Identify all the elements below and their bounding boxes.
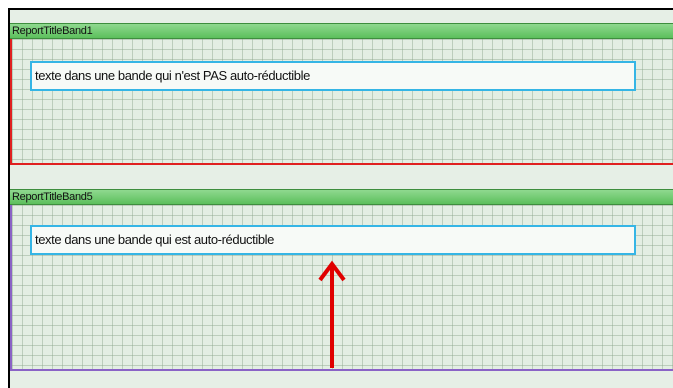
band-header-reporttitleband1[interactable]: ReportTitleBand1: [10, 23, 673, 39]
red-up-arrow-icon: [318, 260, 346, 368]
band-body-reporttitleband1[interactable]: texte dans une bande qui n'est PAS auto-…: [10, 39, 673, 165]
text-object-non-shrinkable[interactable]: texte dans une bande qui n'est PAS auto-…: [30, 61, 636, 91]
band-header-reporttitleband5[interactable]: ReportTitleBand5: [10, 189, 673, 205]
text-object-shrinkable[interactable]: texte dans une bande qui est auto-réduct…: [30, 225, 636, 255]
